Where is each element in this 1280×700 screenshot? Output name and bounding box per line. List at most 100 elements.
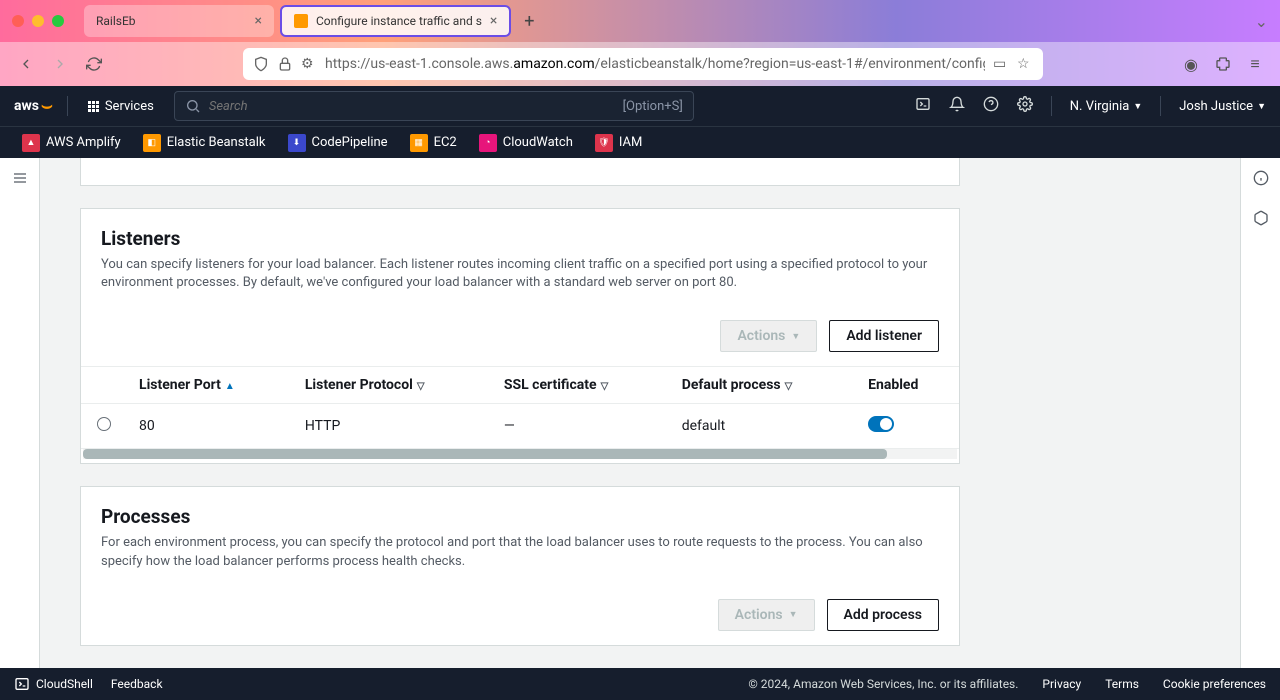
search-shortcut: [Option+S] [623, 99, 683, 114]
tab-list-icon[interactable]: ⌄ [1255, 12, 1268, 31]
service-link-ec2[interactable]: ▦ EC2 [402, 130, 465, 156]
services-label: Services [105, 99, 154, 114]
search-input[interactable] [209, 99, 615, 114]
aws-logo[interactable]: aws ⌣ [14, 98, 53, 114]
iam-icon: 🛡 [595, 134, 613, 152]
caret-down-icon: ▼ [1133, 101, 1142, 112]
tab-title: RailsEb [96, 14, 136, 28]
browser-tab-configure[interactable]: Configure instance traffic and s × [280, 5, 511, 37]
search-icon [185, 98, 201, 114]
cloudshell-icon[interactable] [915, 96, 931, 116]
address-bar[interactable]: ⚙ https://us-east-1.console.aws.amazon.c… [243, 48, 1043, 80]
sort-icon: ▽ [601, 381, 609, 392]
browser-tab-railseb[interactable]: RailsEb × [84, 5, 274, 37]
feedback-link[interactable]: Feedback [111, 677, 163, 691]
cloudwatch-icon: ◔ [479, 134, 497, 152]
listeners-actions-button[interactable]: Actions ▼ [720, 320, 817, 352]
listeners-description: You can specify listeners for your load … [101, 256, 939, 292]
account-icon[interactable]: ◉ [1182, 55, 1200, 73]
row-radio[interactable] [97, 417, 111, 431]
minimize-window[interactable] [32, 15, 44, 27]
shield-icon[interactable] [253, 56, 269, 72]
col-listener-port[interactable]: Listener Port▲ [127, 367, 293, 404]
cell-port: 80 [127, 404, 293, 449]
terms-link[interactable]: Terms [1105, 677, 1139, 691]
service-link-codepipeline[interactable]: ⬇ CodePipeline [280, 130, 396, 156]
grid-icon [88, 101, 99, 112]
sort-asc-icon: ▲ [225, 381, 235, 392]
col-listener-protocol[interactable]: Listener Protocol▽ [293, 367, 492, 404]
processes-description: For each environment process, you can sp… [101, 534, 939, 570]
listeners-table-wrap: Listener Port▲ Listener Protocol▽ SSL ce… [81, 366, 959, 463]
window-controls [12, 15, 64, 27]
reader-icon[interactable]: ▭ [993, 56, 1009, 72]
enabled-toggle[interactable] [868, 416, 894, 432]
sort-icon: ▽ [417, 381, 425, 392]
privacy-link[interactable]: Privacy [1042, 677, 1081, 691]
browser-chrome: RailsEb × Configure instance traffic and… [0, 0, 1280, 86]
cell-ssl: — [492, 404, 670, 449]
cloudshell-icon [14, 676, 30, 692]
add-process-button[interactable]: Add process [827, 599, 939, 631]
processes-panel: Processes For each environment process, … [80, 486, 960, 645]
col-default-process[interactable]: Default process▽ [670, 367, 856, 404]
hamburger-icon[interactable] [12, 170, 28, 668]
amplify-icon: ▲ [22, 134, 40, 152]
cookie-preferences-link[interactable]: Cookie preferences [1163, 677, 1266, 691]
permissions-icon[interactable]: ⚙ [301, 56, 317, 72]
user-menu[interactable]: Josh Justice ▼ [1179, 99, 1266, 114]
tab-title: Configure instance traffic and s [316, 14, 482, 28]
global-search[interactable]: [Option+S] [174, 91, 694, 121]
elastic-beanstalk-icon: ◧ [143, 134, 161, 152]
caret-down-icon: ▼ [789, 609, 798, 620]
reload-button[interactable] [84, 54, 104, 74]
horizontal-scrollbar[interactable] [83, 449, 957, 459]
maximize-window[interactable] [52, 15, 64, 27]
aws-header: aws ⌣ Services [Option+S] N. Virginia [0, 86, 1280, 126]
caret-down-icon: ▼ [1257, 101, 1266, 112]
listeners-title: Listeners [101, 227, 939, 250]
sort-icon: ▽ [785, 381, 793, 392]
close-tab-icon[interactable]: × [255, 13, 262, 29]
processes-title: Processes [101, 505, 939, 528]
settings-icon[interactable] [1017, 96, 1033, 116]
col-enabled[interactable]: Enabled [856, 367, 959, 404]
region-selector[interactable]: N. Virginia ▼ [1070, 99, 1142, 114]
lock-icon[interactable] [277, 56, 293, 72]
processes-actions-button[interactable]: Actions ▼ [718, 599, 815, 631]
main-content: Listeners You can specify listeners for … [40, 158, 1240, 668]
left-nav-rail [0, 158, 40, 668]
cloudshell-link[interactable]: CloudShell [14, 676, 93, 692]
right-help-rail [1240, 158, 1280, 668]
info-icon[interactable] [1253, 170, 1269, 190]
cell-protocol: HTTP [293, 404, 492, 449]
table-row: 80 HTTP — default [81, 404, 959, 449]
hexagon-icon[interactable] [1253, 210, 1269, 230]
notifications-icon[interactable] [949, 96, 965, 116]
cell-enabled [856, 404, 959, 449]
listeners-table: Listener Port▲ Listener Protocol▽ SSL ce… [81, 367, 959, 449]
service-shortcuts-bar: ▲ AWS Amplify ◧ Elastic Beanstalk ⬇ Code… [0, 126, 1280, 158]
service-link-cloudwatch[interactable]: ◔ CloudWatch [471, 130, 581, 156]
close-window[interactable] [12, 15, 24, 27]
service-link-elastic-beanstalk[interactable]: ◧ Elastic Beanstalk [135, 130, 274, 156]
aws-footer: CloudShell Feedback © 2024, Amazon Web S… [0, 668, 1280, 700]
service-link-amplify[interactable]: ▲ AWS Amplify [14, 130, 129, 156]
bookmark-icon[interactable]: ☆ [1017, 56, 1033, 72]
new-tab-button[interactable]: + [517, 9, 541, 33]
col-ssl-certificate[interactable]: SSL certificate▽ [492, 367, 670, 404]
service-link-iam[interactable]: 🛡 IAM [587, 130, 650, 156]
caret-down-icon: ▼ [791, 331, 800, 342]
extensions-icon[interactable] [1214, 55, 1232, 73]
aws-favicon-icon [294, 14, 308, 28]
help-icon[interactable] [983, 96, 999, 116]
url-text: https://us-east-1.console.aws.amazon.com… [325, 56, 985, 72]
menu-icon[interactable]: ≡ [1246, 55, 1264, 73]
previous-panel-stub [80, 158, 960, 186]
services-menu[interactable]: Services [82, 99, 160, 114]
close-tab-icon[interactable]: × [490, 13, 497, 29]
ec2-icon: ▦ [410, 134, 428, 152]
back-button[interactable] [16, 54, 36, 74]
add-listener-button[interactable]: Add listener [829, 320, 939, 352]
forward-button[interactable] [50, 54, 70, 74]
